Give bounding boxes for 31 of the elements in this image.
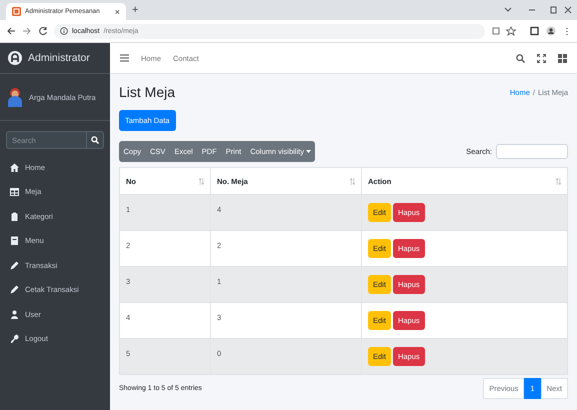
page-favicon-icon [12,7,21,16]
sort-icon [556,178,561,184]
brand-name: Administrator [28,52,90,64]
search-icon[interactable] [516,54,525,62]
user-avatar [8,87,22,107]
search-button[interactable] [86,131,104,149]
pencil-icon [10,285,19,294]
sort-icon [350,178,355,184]
table-search-field[interactable] [496,144,568,159]
reload-icon[interactable] [38,26,48,36]
back-icon[interactable] [6,26,16,36]
grid-icon[interactable] [558,54,567,62]
tab-close-button[interactable]: × [114,6,120,16]
clipboard-icon [10,212,19,221]
brand-logo-icon [8,51,22,65]
menu-icon[interactable] [120,54,129,62]
home-icon [10,162,19,172]
key-icon [10,334,19,344]
sort-icon [199,178,204,184]
caret-icon [306,150,311,153]
fullscreen-icon[interactable] [537,54,546,62]
new-tab-button[interactable]: + [132,4,138,16]
info-icon [60,27,68,35]
pencil-icon [10,260,19,270]
window-controls-drawing[interactable] [503,5,573,15]
table-icon [10,187,19,196]
book-icon [10,236,19,246]
user-icon [10,310,19,319]
search-icon [91,136,99,144]
page-title: List Meja [119,84,176,100]
forward-icon[interactable] [22,26,32,36]
